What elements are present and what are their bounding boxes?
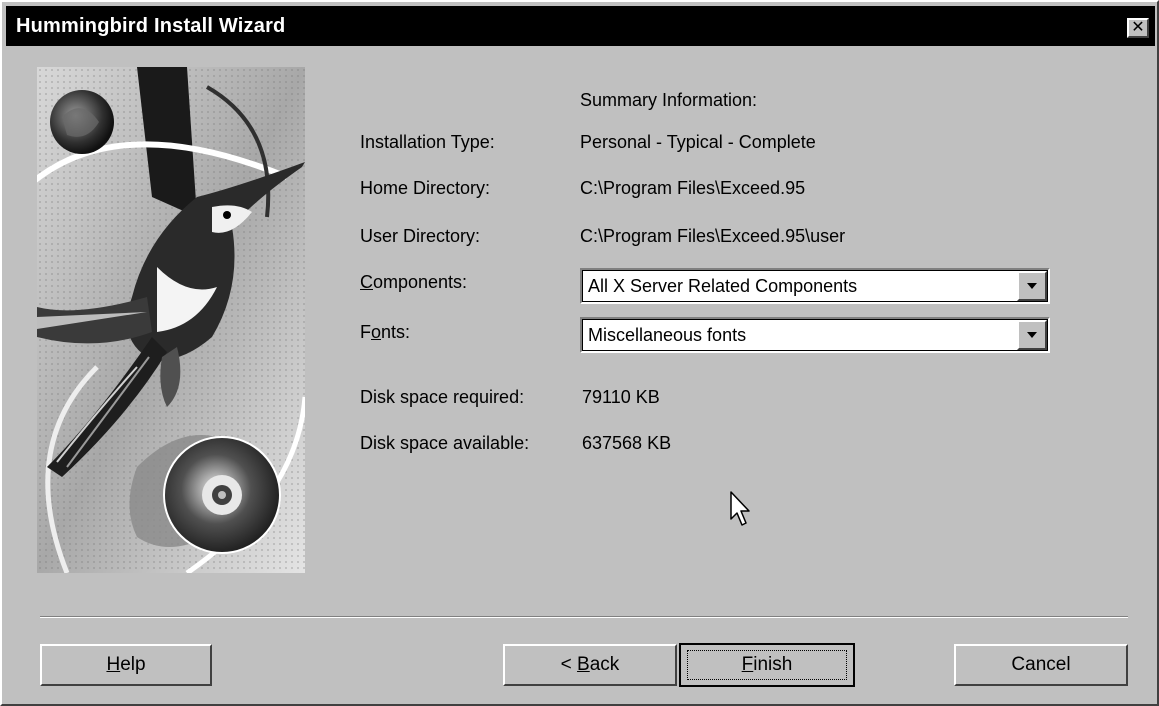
disk-available-label: Disk space available: [360, 433, 530, 453]
chevron-down-icon [1027, 332, 1037, 338]
installation-type-value: Personal - Typical - Complete [580, 132, 816, 152]
fonts-label-prefix: F [360, 322, 371, 342]
user-directory-value: C:\Program Files\Exceed.95\user [580, 226, 846, 246]
installation-type-label: Installation Type: [360, 132, 495, 152]
back-button-prefix: < [560, 654, 578, 675]
home-directory-label: Home Directory: [360, 178, 491, 198]
close-icon: ✕ [1131, 19, 1145, 36]
home-directory-value: C:\Program Files\Exceed.95 [580, 178, 806, 198]
back-button-rest: ack [589, 654, 620, 675]
disk-required-label: Disk space required: [360, 387, 525, 407]
fonts-label-rest: nts: [381, 322, 411, 342]
disk-required-value: 79110 KB [582, 387, 660, 407]
components-label: Components: [360, 272, 467, 293]
disk-available-value: 637568 KB [582, 433, 672, 453]
fonts-label-accel: o [371, 322, 382, 342]
components-label-rest: omponents: [373, 272, 468, 292]
hummingbird-cd-illustration-icon [37, 67, 305, 573]
summary-heading: Summary Information: [580, 90, 758, 110]
components-select[interactable]: All X Server Related Components [580, 268, 1050, 304]
finish-button-rest: inish [753, 654, 793, 675]
finish-button[interactable]: Finish [679, 643, 855, 687]
back-button[interactable]: < Back [503, 644, 677, 686]
back-button-accel: B [577, 654, 590, 675]
close-button[interactable]: ✕ [1127, 18, 1149, 38]
mouse-pointer-icon [730, 491, 752, 532]
cancel-button[interactable]: Cancel [954, 644, 1128, 686]
user-directory-label: User Directory: [360, 226, 481, 246]
finish-button-focus: Finish [687, 650, 847, 680]
help-button-rest: elp [120, 654, 146, 675]
window-title: Hummingbird Install Wizard [16, 15, 286, 37]
help-button[interactable]: Help [40, 644, 212, 686]
separator-highlight [40, 617, 1128, 618]
components-selected-value: All X Server Related Components [588, 276, 858, 296]
install-wizard-window: Hummingbird Install Wizard ✕ Summary Inf… [0, 0, 1159, 706]
fonts-select[interactable]: Miscellaneous fonts [580, 317, 1050, 353]
chevron-down-icon [1027, 283, 1037, 289]
finish-button-accel: F [741, 654, 754, 675]
components-label-accel: C [360, 272, 373, 292]
fonts-dropdown-button[interactable] [1017, 320, 1047, 350]
title-bar[interactable]: Hummingbird Install Wizard ✕ [6, 6, 1155, 46]
components-dropdown-button[interactable] [1017, 271, 1047, 301]
fonts-label: Fonts: [360, 322, 410, 343]
fonts-selected-value: Miscellaneous fonts [588, 325, 747, 345]
help-button-accel: H [106, 654, 121, 675]
